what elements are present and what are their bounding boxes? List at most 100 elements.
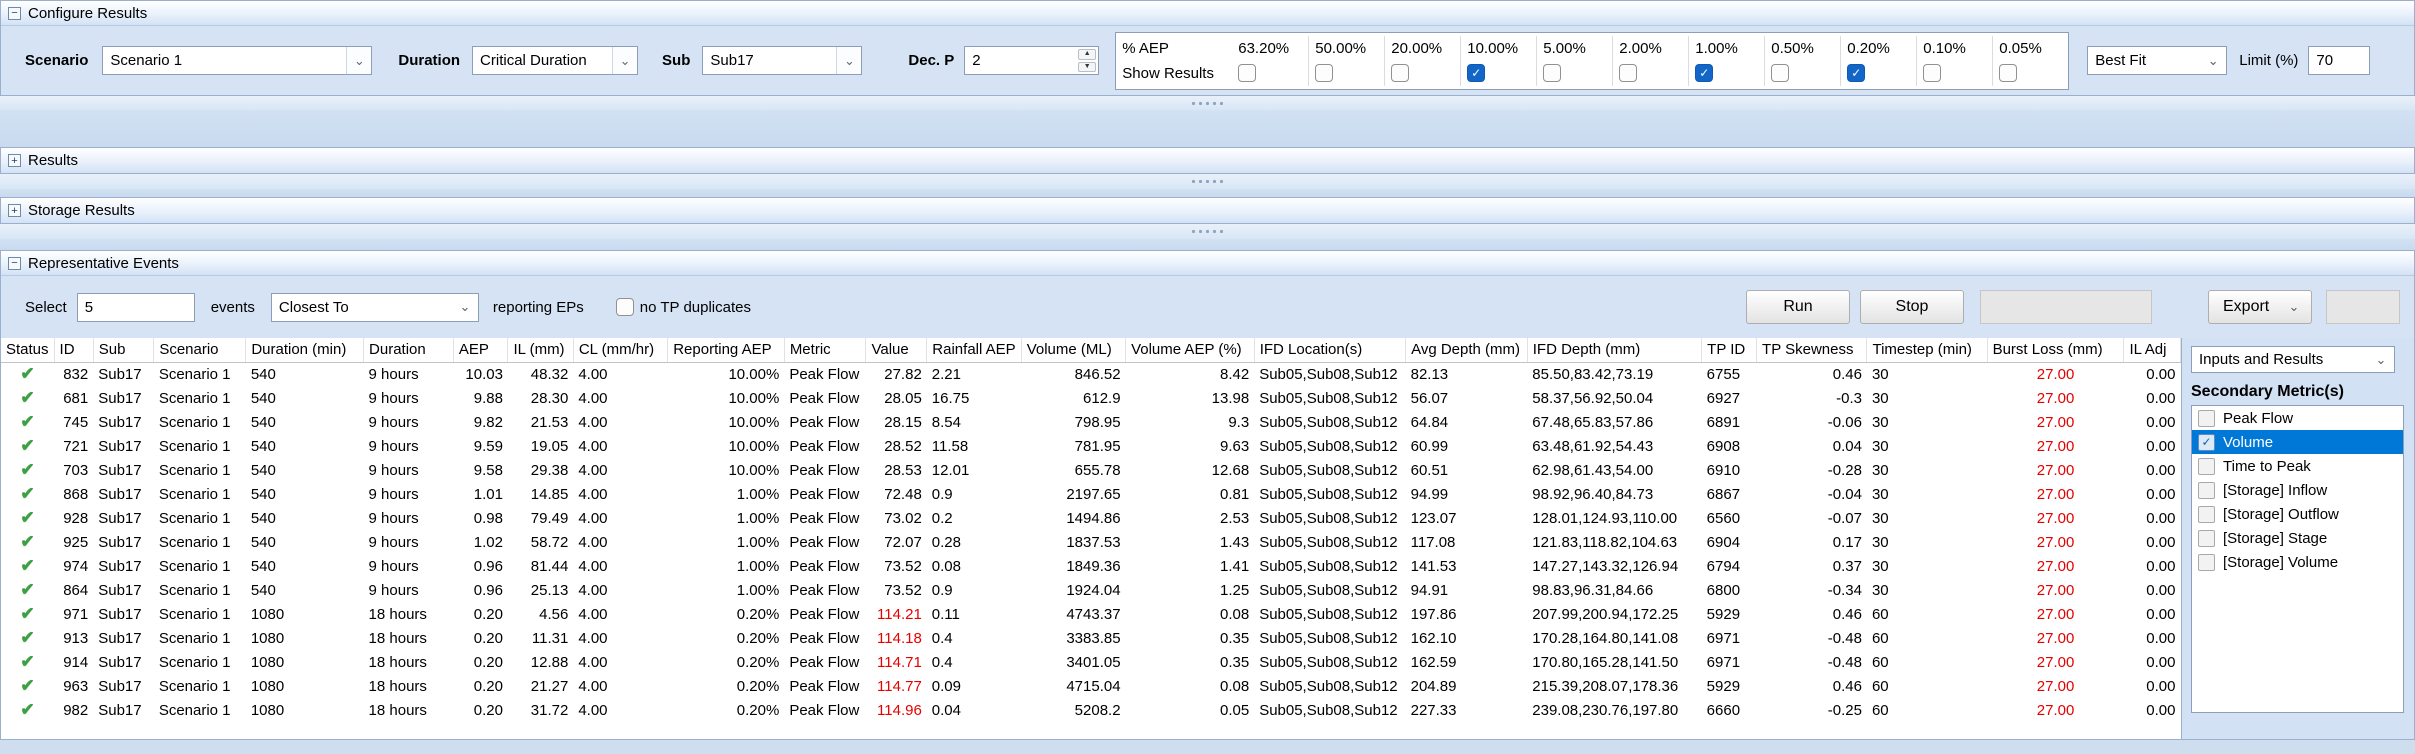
scenario-select[interactable]: Scenario 1 ⌄ bbox=[102, 46, 372, 75]
storage-results-panel-header[interactable]: + Storage Results bbox=[0, 197, 2415, 224]
metric-list-item[interactable]: Time to Peak bbox=[2192, 454, 2403, 478]
chevron-down-icon[interactable]: ⌄ bbox=[2281, 299, 2307, 315]
table-row[interactable]: ✔974Sub17Scenario 15409 hours0.9681.444.… bbox=[1, 554, 2181, 578]
configure-results-header[interactable]: − Configure Results bbox=[1, 1, 2414, 26]
show-results-checkbox[interactable] bbox=[1923, 64, 1941, 82]
show-results-checkbox[interactable] bbox=[1543, 64, 1561, 82]
column-header[interactable]: Reporting AEP bbox=[668, 338, 785, 362]
show-results-checkbox[interactable] bbox=[1999, 64, 2017, 82]
metric-checkbox[interactable] bbox=[2198, 506, 2215, 523]
metric-checkbox[interactable] bbox=[2198, 458, 2215, 475]
show-results-checkbox[interactable]: ✓ bbox=[1467, 64, 1485, 82]
column-header[interactable]: Rainfall AEP bbox=[927, 338, 1021, 362]
show-results-checkbox[interactable]: ✓ bbox=[1695, 64, 1713, 82]
table-row[interactable]: ✔913Sub17Scenario 1108018 hours0.2011.31… bbox=[1, 626, 2181, 650]
column-header[interactable]: IFD Location(s) bbox=[1254, 338, 1405, 362]
metric-list-item[interactable]: Peak Flow bbox=[2192, 406, 2403, 430]
table-row[interactable]: ✔914Sub17Scenario 1108018 hours0.2012.88… bbox=[1, 650, 2181, 674]
column-header[interactable]: TP Skewness bbox=[1757, 338, 1867, 362]
column-header[interactable]: AEP bbox=[453, 338, 508, 362]
table-row[interactable]: ✔832Sub17Scenario 15409 hours10.0348.324… bbox=[1, 362, 2181, 386]
column-header[interactable]: CL (mm/hr) bbox=[573, 338, 667, 362]
column-header[interactable]: Timestep (min) bbox=[1867, 338, 1987, 362]
run-button[interactable]: Run bbox=[1746, 290, 1850, 324]
column-header[interactable]: Scenario bbox=[154, 338, 246, 362]
metric-list-item[interactable]: [Storage] Outflow bbox=[2192, 502, 2403, 526]
table-row[interactable]: ✔681Sub17Scenario 15409 hours9.8828.304.… bbox=[1, 386, 2181, 410]
show-results-checkbox[interactable] bbox=[1391, 64, 1409, 82]
collapse-icon[interactable]: − bbox=[8, 7, 21, 20]
table-row[interactable]: ✔721Sub17Scenario 15409 hours9.5919.054.… bbox=[1, 434, 2181, 458]
show-results-checkbox[interactable] bbox=[1238, 64, 1256, 82]
secondary-metrics-list[interactable]: Peak Flow✓VolumeTime to Peak[Storage] In… bbox=[2191, 405, 2404, 713]
best-fit-select[interactable]: Best Fit ⌄ bbox=[2087, 46, 2227, 75]
metric-checkbox[interactable] bbox=[2198, 410, 2215, 427]
table-row[interactable]: ✔928Sub17Scenario 15409 hours0.9879.494.… bbox=[1, 506, 2181, 530]
table-row[interactable]: ✔963Sub17Scenario 1108018 hours0.2021.27… bbox=[1, 674, 2181, 698]
column-header[interactable]: Volume (ML) bbox=[1021, 338, 1125, 362]
column-header[interactable]: Value bbox=[866, 338, 927, 362]
chevron-down-icon[interactable]: ⌄ bbox=[346, 47, 371, 74]
splitter-handle[interactable] bbox=[0, 96, 2415, 110]
dec-p-stepper[interactable]: 2 ▲ ▼ bbox=[964, 46, 1099, 75]
table-row[interactable]: ✔971Sub17Scenario 1108018 hours0.204.564… bbox=[1, 602, 2181, 626]
column-header[interactable]: Metric bbox=[784, 338, 866, 362]
table-row[interactable]: ✔864Sub17Scenario 15409 hours0.9625.134.… bbox=[1, 578, 2181, 602]
stop-button[interactable]: Stop bbox=[1860, 290, 1964, 324]
column-header[interactable]: IL Adj bbox=[2124, 338, 2181, 362]
column-header[interactable]: Status bbox=[1, 338, 54, 362]
metric-checkbox[interactable] bbox=[2198, 530, 2215, 547]
show-results-checkbox[interactable]: ✓ bbox=[1847, 64, 1865, 82]
table-row[interactable]: ✔982Sub17Scenario 1108018 hours0.2031.72… bbox=[1, 698, 2181, 722]
column-header[interactable]: Avg Depth (mm) bbox=[1406, 338, 1528, 362]
table-cell: 0.04 bbox=[1757, 434, 1867, 458]
expand-icon[interactable]: + bbox=[8, 154, 21, 167]
sub-select[interactable]: Sub17 ⌄ bbox=[702, 46, 862, 75]
chevron-down-icon[interactable]: ⌄ bbox=[612, 47, 637, 74]
column-header[interactable]: TP ID bbox=[1702, 338, 1757, 362]
metric-checkbox[interactable] bbox=[2198, 482, 2215, 499]
no-tp-duplicates-checkbox[interactable] bbox=[616, 298, 634, 316]
table-row[interactable]: ✔925Sub17Scenario 15409 hours1.0258.724.… bbox=[1, 530, 2181, 554]
view-mode-value: Inputs and Results bbox=[2199, 351, 2323, 368]
chevron-down-icon[interactable]: ⌄ bbox=[2368, 352, 2394, 368]
expand-icon[interactable]: + bbox=[8, 204, 21, 217]
view-mode-select[interactable]: Inputs and Results ⌄ bbox=[2191, 346, 2395, 373]
events-count-input[interactable]: 5 bbox=[77, 293, 195, 322]
chevron-down-icon[interactable]: ⌄ bbox=[2200, 53, 2226, 69]
representative-events-header[interactable]: − Representative Events bbox=[1, 251, 2414, 276]
splitter-handle[interactable] bbox=[0, 224, 2415, 239]
metric-list-item[interactable]: [Storage] Inflow bbox=[2192, 478, 2403, 502]
column-header[interactable]: Volume AEP (%) bbox=[1126, 338, 1255, 362]
show-results-checkbox[interactable] bbox=[1619, 64, 1637, 82]
limit-input[interactable]: 70 bbox=[2308, 46, 2370, 75]
events-table-container[interactable]: StatusIDSubScenarioDuration (min)Duratio… bbox=[1, 338, 2182, 739]
chevron-down-icon[interactable]: ⌄ bbox=[452, 299, 478, 315]
export-button[interactable]: Export ⌄ bbox=[2208, 290, 2312, 324]
metric-list-item[interactable]: [Storage] Stage bbox=[2192, 526, 2403, 550]
column-header[interactable]: Sub bbox=[93, 338, 154, 362]
results-panel-header[interactable]: + Results bbox=[0, 147, 2415, 174]
chevron-down-icon[interactable]: ⌄ bbox=[836, 47, 861, 74]
splitter-handle[interactable] bbox=[0, 174, 2415, 189]
column-header[interactable]: Burst Loss (mm) bbox=[1987, 338, 2124, 362]
spin-up-icon[interactable]: ▲ bbox=[1078, 49, 1096, 60]
column-header[interactable]: Duration bbox=[364, 338, 454, 362]
metric-checkbox[interactable]: ✓ bbox=[2198, 434, 2215, 451]
column-header[interactable]: IL (mm) bbox=[508, 338, 573, 362]
spin-down-icon[interactable]: ▼ bbox=[1078, 62, 1096, 73]
table-row[interactable]: ✔868Sub17Scenario 15409 hours1.0114.854.… bbox=[1, 482, 2181, 506]
duration-select[interactable]: Critical Duration ⌄ bbox=[472, 46, 638, 75]
show-results-checkbox[interactable] bbox=[1315, 64, 1333, 82]
metric-list-item[interactable]: [Storage] Volume bbox=[2192, 550, 2403, 574]
show-results-checkbox[interactable] bbox=[1771, 64, 1789, 82]
column-header[interactable]: Duration (min) bbox=[246, 338, 364, 362]
collapse-icon[interactable]: − bbox=[8, 257, 21, 270]
table-row[interactable]: ✔745Sub17Scenario 15409 hours9.8221.534.… bbox=[1, 410, 2181, 434]
metric-checkbox[interactable] bbox=[2198, 554, 2215, 571]
column-header[interactable]: IFD Depth (mm) bbox=[1527, 338, 1701, 362]
closest-to-select[interactable]: Closest To ⌄ bbox=[271, 293, 479, 322]
metric-list-item[interactable]: ✓Volume bbox=[2192, 430, 2403, 454]
column-header[interactable]: ID bbox=[54, 338, 93, 362]
table-row[interactable]: ✔703Sub17Scenario 15409 hours9.5829.384.… bbox=[1, 458, 2181, 482]
